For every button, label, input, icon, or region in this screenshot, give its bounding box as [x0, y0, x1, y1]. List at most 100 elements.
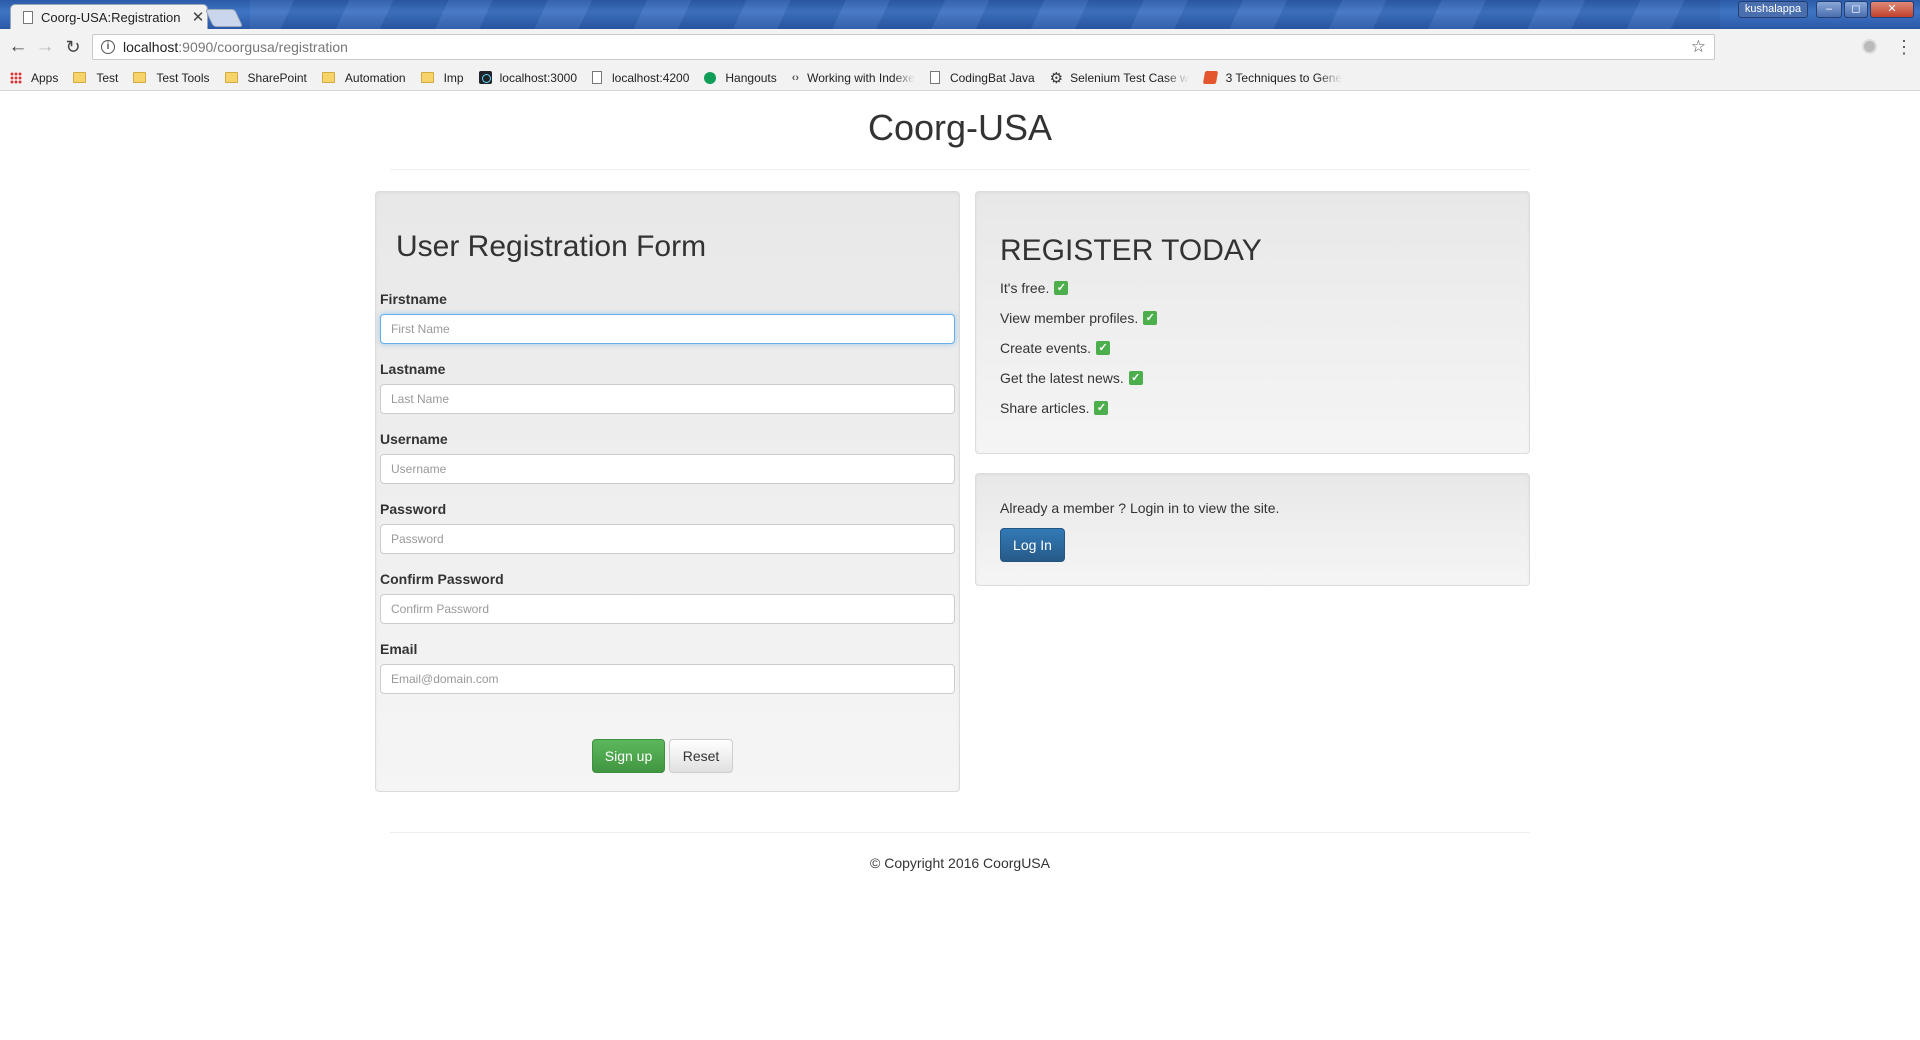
bookmark-sharepoint[interactable]: SharePoint: [224, 70, 307, 85]
bookmark-3-techniques[interactable]: 3 Techniques to Gene: [1202, 70, 1343, 85]
benefit-text: Get the latest news.: [1000, 370, 1124, 386]
url-host: localhost: [123, 39, 179, 55]
bookmarks-bar: Apps Test Test Tools SharePoint Automati…: [0, 65, 1920, 91]
bookmark-label: CodingBat Java: [949, 70, 1035, 85]
folder-icon: [321, 72, 335, 83]
bolt-icon: [1202, 71, 1218, 84]
email-label: Email: [380, 641, 418, 657]
bookmark-label: Hangouts: [725, 70, 777, 85]
benefit-text: Share articles.: [1000, 400, 1090, 416]
browser-titlebar: Coorg-USA:Registration ✕ kushalappa – ◻ …: [0, 0, 1920, 29]
register-today-panel: REGISTER TODAY It's free. ✓ View member p…: [975, 191, 1530, 454]
bookmark-label: Apps: [31, 70, 59, 85]
extension-icon[interactable]: [1862, 39, 1877, 54]
checkmark-icon: ✓: [1128, 371, 1143, 385]
login-prompt-text: Already a member ? Login in to view the …: [1000, 500, 1280, 516]
benefit-text: It's free.: [1000, 280, 1050, 296]
password-input[interactable]: [380, 524, 955, 554]
login-panel: Already a member ? Login in to view the …: [975, 473, 1530, 586]
form-heading: User Registration Form: [396, 230, 707, 263]
maximize-button[interactable]: ◻: [1844, 1, 1868, 18]
bookmark-label: Test: [96, 70, 119, 85]
tab-title: Coorg-USA:Registration: [41, 9, 181, 25]
new-tab-button[interactable]: [204, 9, 244, 27]
checkmark-icon: ✓: [1094, 401, 1109, 415]
bookmark-localhost-4200[interactable]: localhost:4200: [592, 71, 689, 85]
sign-up-button[interactable]: Sign up: [592, 739, 665, 773]
bookmark-codingbat[interactable]: CodingBat Java: [929, 70, 1035, 85]
username-label: Username: [380, 431, 448, 447]
bookmark-label: Imp: [443, 70, 464, 85]
back-arrow-icon[interactable]: ←: [7, 36, 29, 58]
minimize-button[interactable]: –: [1816, 1, 1842, 18]
registration-form-panel: User Registration Form Firstname Lastnam…: [375, 191, 960, 792]
bookmark-label: Working with Indexe: [807, 70, 915, 85]
checkmark-icon: ✓: [1054, 281, 1069, 295]
document-icon: [929, 71, 940, 84]
titlebar-background: [250, 0, 1720, 29]
confirm-password-label: Confirm Password: [380, 571, 504, 587]
bookmark-label: Test Tools: [156, 70, 210, 85]
benefit-item: Get the latest news. ✓: [1000, 370, 1143, 386]
browser-tab-active[interactable]: Coorg-USA:Registration ✕: [10, 4, 208, 29]
hangouts-icon: [704, 71, 717, 84]
email-input[interactable]: [380, 664, 955, 694]
reset-button[interactable]: Reset: [669, 739, 733, 773]
page-icon: [23, 10, 33, 24]
bookmark-apps[interactable]: Apps: [10, 71, 58, 85]
benefit-text: Create events.: [1000, 340, 1092, 356]
apps-icon: [10, 71, 22, 84]
checkmark-icon: ✓: [1143, 311, 1158, 325]
bookmark-star-icon[interactable]: ☆: [1691, 37, 1706, 57]
document-icon: [592, 71, 602, 84]
bookmark-label: SharePoint: [247, 70, 307, 85]
bookmark-working-with-indexed[interactable]: ‹› Working with Indexe: [792, 71, 915, 85]
log-in-button[interactable]: Log In: [1000, 528, 1065, 562]
forward-arrow-icon[interactable]: →: [34, 36, 56, 58]
user-profile-badge[interactable]: kushalappa: [1738, 1, 1808, 18]
folder-icon: [420, 72, 434, 83]
bookmark-label: Selenium Test Case w: [1070, 70, 1189, 85]
benefit-item: Share articles. ✓: [1000, 400, 1109, 416]
username-input[interactable]: [380, 454, 955, 484]
lastname-label: Lastname: [380, 361, 446, 377]
bookmark-label: Automation: [344, 70, 406, 85]
register-heading: REGISTER TODAY: [1000, 234, 1262, 267]
page-title: Coorg-USA: [867, 107, 1053, 148]
benefit-item: View member profiles. ✓: [1000, 310, 1158, 326]
bookmark-selenium[interactable]: ⚙ Selenium Test Case w: [1050, 69, 1189, 87]
folder-icon: [133, 72, 147, 83]
bookmark-test-tools[interactable]: Test Tools: [133, 70, 210, 85]
close-window-button[interactable]: ✕: [1870, 1, 1914, 18]
reload-icon[interactable]: ↻: [62, 36, 84, 58]
lastname-input[interactable]: [380, 384, 955, 414]
checkmark-icon: ✓: [1096, 341, 1111, 355]
benefit-item: It's free. ✓: [1000, 280, 1069, 296]
benefit-text: View member profiles.: [1000, 310, 1139, 326]
firstname-input[interactable]: [380, 314, 955, 344]
bookmark-hangouts[interactable]: Hangouts: [704, 70, 777, 85]
page-content: Coorg-USA User Registration Form Firstna…: [0, 91, 1920, 1040]
address-bar[interactable]: i localhost:9090/coorgusa/registration ☆: [92, 34, 1715, 60]
folder-icon: [224, 72, 238, 83]
firstname-label: Firstname: [380, 291, 447, 307]
bookmark-imp[interactable]: Imp: [420, 70, 464, 85]
code-icon: ‹›: [791, 71, 800, 84]
bookmark-label: localhost:4200: [612, 70, 690, 85]
bookmark-label: 3 Techniques to Gene: [1225, 70, 1343, 85]
folder-icon: [73, 72, 87, 83]
browser-menu-icon[interactable]: ⋮: [1895, 35, 1913, 59]
react-icon: [478, 71, 492, 84]
bookmark-automation[interactable]: Automation: [321, 70, 406, 85]
divider: [390, 832, 1530, 833]
gear-icon: ⚙: [1049, 69, 1064, 87]
tab-close-icon[interactable]: ✕: [189, 8, 207, 26]
bookmark-localhost-3000[interactable]: localhost:3000: [478, 70, 577, 85]
bookmark-label: localhost:3000: [499, 70, 577, 85]
benefit-item: Create events. ✓: [1000, 340, 1111, 356]
password-label: Password: [380, 501, 447, 517]
confirm-password-input[interactable]: [380, 594, 955, 624]
info-icon[interactable]: i: [101, 40, 115, 54]
url-path: :9090/coorgusa/registration: [178, 39, 348, 55]
bookmark-test[interactable]: Test: [73, 71, 118, 85]
